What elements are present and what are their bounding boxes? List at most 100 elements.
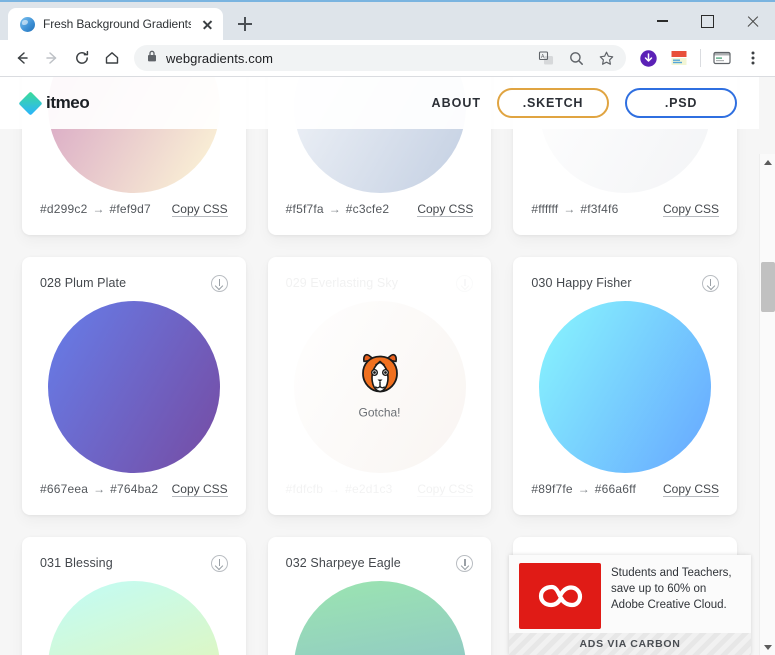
copy-css-button[interactable]: Copy CSS — [662, 482, 720, 497]
ad-body: Students and Teachers, save up to 60% on… — [509, 555, 751, 633]
arrow-glyph: → — [328, 202, 341, 216]
hex-to: #66a6ff — [594, 482, 637, 496]
card-header: 030 Happy Fisher — [531, 271, 720, 295]
toolbar-right — [634, 44, 767, 72]
window-controls — [640, 2, 775, 40]
page-viewport: #d299c2 → #fef9d7 Copy CSS #f5f7fa → #c3… — [0, 77, 775, 655]
card-footer: #f5f7fa → #c3cfe2 Copy CSS — [286, 199, 474, 219]
card-footer: #667eea → #764ba2 Copy CSS — [40, 479, 228, 499]
diamond-icon — [18, 90, 43, 116]
tab-title: Fresh Background Gradients | W — [43, 17, 191, 31]
hex-from: #d299c2 — [40, 202, 88, 216]
hex-from: #f5f7fa — [285, 202, 324, 216]
copy-css-button[interactable]: Copy CSS — [417, 202, 474, 217]
download-circle-icon[interactable] — [456, 274, 474, 292]
gradient-swatch — [539, 301, 712, 473]
copy-css-button[interactable]: Copy CSS — [662, 202, 720, 217]
ad-text: Students and Teachers, save up to 60% on… — [611, 563, 732, 629]
site-nav: ABOUT .SKETCH .PSD — [432, 88, 737, 118]
card-footer: #89f7fe → #66a6ff Copy CSS — [531, 479, 720, 499]
card-title: 032 Sharpeye Eagle — [285, 556, 401, 570]
three-dot-menu-icon[interactable] — [739, 44, 767, 72]
carbon-ad[interactable]: Students and Teachers, save up to 60% on… — [509, 555, 751, 655]
sketch-download-button[interactable]: .SKETCH — [497, 88, 609, 118]
gradient-row-middle: 028 Plum Plate #667eea → #764ba2 Copy CS… — [22, 257, 738, 515]
reload-icon[interactable] — [68, 44, 96, 72]
arrow-glyph: → — [92, 202, 105, 216]
download-icon[interactable] — [634, 44, 662, 72]
hex-from: #ffffff — [531, 202, 559, 216]
maximize-icon[interactable] — [685, 6, 730, 36]
logo-text: itmeo — [46, 93, 90, 112]
url-text: webgradients.com — [166, 50, 274, 66]
hex-to: #764ba2 — [110, 482, 159, 496]
download-circle-icon[interactable] — [702, 274, 720, 292]
toolbar-divider — [700, 49, 701, 67]
zoom-search-icon[interactable] — [562, 44, 590, 72]
download-circle-icon[interactable] — [210, 274, 228, 292]
omnibox-actions: A — [532, 44, 620, 72]
lock-icon — [146, 49, 158, 68]
hex-to: #f3f4f6 — [580, 202, 619, 216]
gradient-swatch — [47, 301, 220, 473]
arrow-glyph: → — [328, 482, 341, 496]
scrollbar-thumb[interactable] — [761, 262, 775, 312]
scroll-up-arrow-icon[interactable] — [760, 154, 775, 170]
address-bar[interactable]: webgradients.com A — [134, 45, 626, 71]
gradient-card-030[interactable]: 030 Happy Fisher #89f7fe → #66a6ff Copy … — [513, 257, 738, 515]
minimize-icon[interactable] — [640, 6, 685, 36]
hex-from: #89f7fe — [531, 482, 573, 496]
card-header: 031 Blessing — [40, 551, 228, 575]
card-title: 030 Happy Fisher — [531, 276, 632, 290]
arrow-glyph: → — [563, 202, 576, 216]
forward-arrow-icon[interactable] — [38, 44, 66, 72]
browser-tab[interactable]: Fresh Background Gradients | W — [8, 8, 223, 40]
snagit-extension-icon[interactable] — [665, 44, 693, 72]
browser-window: Fresh Background Gradients | W — [0, 0, 775, 655]
gradient-card-029[interactable]: 029 Everlasting Sky Gotcha! #fdfcfb → #e… — [267, 257, 492, 515]
vertical-scrollbar[interactable] — [759, 154, 775, 655]
home-icon[interactable] — [98, 44, 126, 72]
star-icon[interactable] — [592, 44, 620, 72]
download-circle-icon[interactable] — [456, 554, 474, 572]
new-tab-button[interactable] — [231, 10, 259, 38]
tab-strip: Fresh Background Gradients | W — [0, 2, 640, 40]
globe-icon — [20, 16, 35, 32]
card-footer: #d299c2 → #fef9d7 Copy CSS — [40, 199, 228, 219]
gradient-card-032[interactable]: 032 Sharpeye Eagle #9be5b0 → #8ab5d4 Cop… — [267, 537, 492, 655]
copy-css-button[interactable]: Copy CSS — [417, 482, 474, 497]
gotcha-tiger-icon — [358, 353, 402, 400]
page-content: #d299c2 → #fef9d7 Copy CSS #f5f7fa → #c3… — [0, 77, 759, 655]
itmeo-logo[interactable]: itmeo — [18, 90, 90, 116]
gradient-swatch — [293, 581, 466, 655]
gradient-card-028[interactable]: 028 Plum Plate #667eea → #764ba2 Copy CS… — [22, 257, 246, 515]
card-header: 028 Plum Plate — [40, 271, 228, 295]
scroll-down-arrow-icon[interactable] — [760, 639, 775, 655]
copy-css-button[interactable]: Copy CSS — [171, 482, 228, 497]
tab-close-icon[interactable] — [199, 16, 215, 32]
download-circle-icon[interactable] — [210, 554, 228, 572]
adobe-creative-cloud-icon[interactable] — [519, 563, 601, 629]
card-title: 031 Blessing — [40, 556, 113, 570]
back-arrow-icon[interactable] — [8, 44, 36, 72]
swatch-wrap — [286, 575, 474, 655]
card-extension-icon[interactable] — [708, 44, 736, 72]
gradient-card-031[interactable]: 031 Blessing #c1fcf7 → #eff3a3 Copy CSS — [22, 537, 246, 655]
psd-download-button[interactable]: .PSD — [625, 88, 737, 118]
ad-footer-label[interactable]: ADS VIA CARBON — [509, 633, 751, 655]
hex-from: #fdfcfb — [285, 482, 324, 496]
copy-css-button[interactable]: Copy CSS — [171, 202, 228, 217]
browser-toolbar: webgradients.com A — [0, 40, 775, 77]
translate-icon[interactable]: A — [532, 44, 560, 72]
ad-line-3: Adobe Creative Cloud. — [611, 599, 727, 612]
nav-about-link[interactable]: ABOUT — [432, 96, 481, 110]
card-title: 029 Everlasting Sky — [285, 276, 399, 290]
ad-line-2: save up to 60% on — [611, 583, 707, 596]
gotcha-label: Gotcha! — [358, 405, 401, 420]
ad-line-1: Students and Teachers, — [611, 567, 732, 579]
hex-to: #e2d1c3 — [345, 482, 393, 496]
swatch-wrap — [40, 575, 228, 655]
site-header: itmeo ABOUT .SKETCH .PSD — [0, 77, 759, 129]
window-close-icon[interactable] — [730, 6, 775, 36]
hex-to: #fef9d7 — [109, 202, 151, 216]
